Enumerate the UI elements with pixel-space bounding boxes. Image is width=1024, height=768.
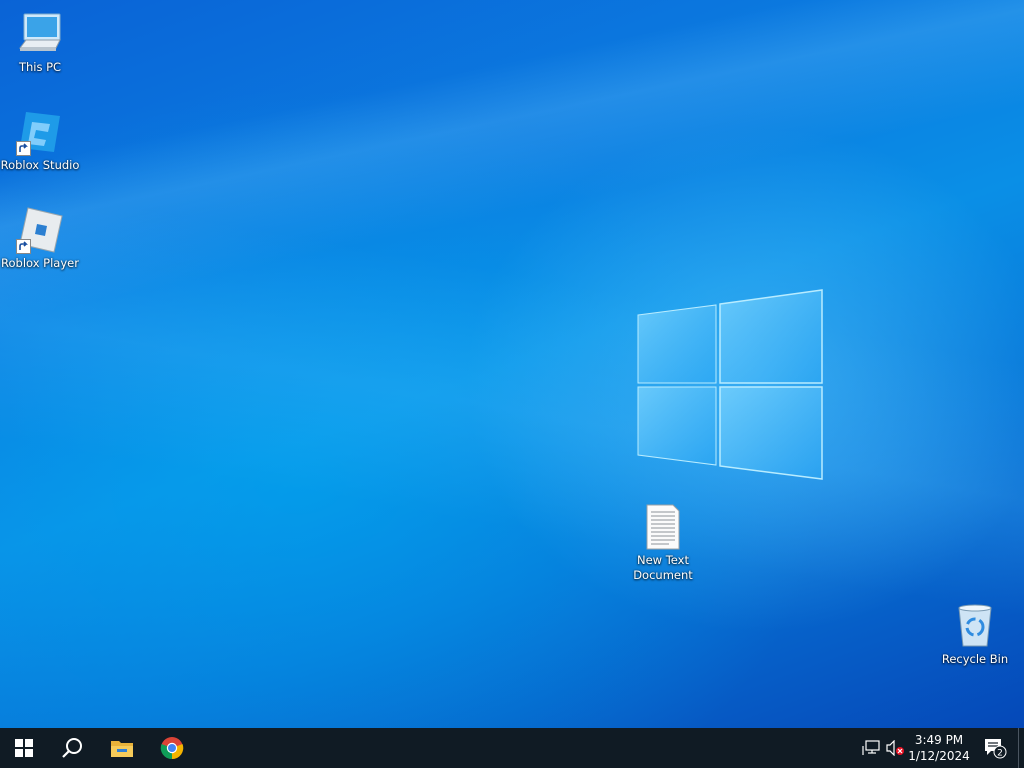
icon-label: This PC: [18, 60, 62, 74]
volume-muted-icon: [886, 740, 904, 756]
light-beam: [0, 0, 1024, 728]
volume-tray-button[interactable]: [884, 728, 906, 768]
light-beam: [0, 0, 1024, 728]
network-disconnected-icon: [862, 740, 880, 755]
search-button[interactable]: [48, 728, 96, 768]
desktop-icon-roblox-studio[interactable]: Roblox Studio: [0, 108, 80, 173]
clock[interactable]: 3:49 PM 1/12/2024: [904, 728, 974, 768]
folder-icon: [111, 741, 133, 757]
notification-count: 2: [997, 749, 1003, 759]
text-document-icon: [639, 503, 687, 551]
clock-date: 1/12/2024: [908, 749, 970, 763]
chrome-icon: [160, 737, 184, 760]
taskbar-file-explorer[interactable]: [98, 728, 146, 768]
icon-label: New Text Document: [633, 553, 693, 582]
show-desktop-button[interactable]: [1018, 728, 1024, 768]
roblox-studio-icon: [16, 108, 64, 156]
roblox-player-icon: [16, 206, 64, 254]
clock-time: 3:49 PM: [914, 733, 964, 747]
taskbar: 3:49 PM 1/12/2024 2: [0, 728, 1024, 768]
icon-label: Roblox Studio: [0, 158, 80, 172]
taskbar-google-chrome[interactable]: [148, 728, 196, 768]
computer-icon: [16, 10, 64, 58]
desktop-icon-recycle-bin[interactable]: Recycle Bin: [935, 602, 1015, 667]
windows-start-icon: [15, 739, 33, 757]
network-tray-button[interactable]: [860, 728, 882, 768]
action-center-button[interactable]: 2: [980, 728, 1010, 768]
shortcut-arrow-icon: [16, 239, 31, 254]
desktop-icon-this-pc[interactable]: This PC: [0, 10, 80, 75]
icon-label: Roblox Player: [1, 256, 79, 270]
start-button[interactable]: [0, 728, 48, 768]
shortcut-arrow-icon: [16, 141, 31, 156]
desktop-icon-roblox-player[interactable]: Roblox Player: [0, 206, 80, 271]
desktop[interactable]: This PC Roblox Studio Roblox Player New …: [0, 0, 1024, 728]
recycle-bin-icon: [951, 602, 999, 650]
desktop-icon-new-text-document[interactable]: New Text Document: [623, 503, 703, 583]
action-center-icon: 2: [985, 739, 1007, 759]
windows-wallpaper-logo: [637, 289, 823, 480]
icon-label: Recycle Bin: [941, 652, 1009, 666]
search-icon: [62, 738, 82, 758]
